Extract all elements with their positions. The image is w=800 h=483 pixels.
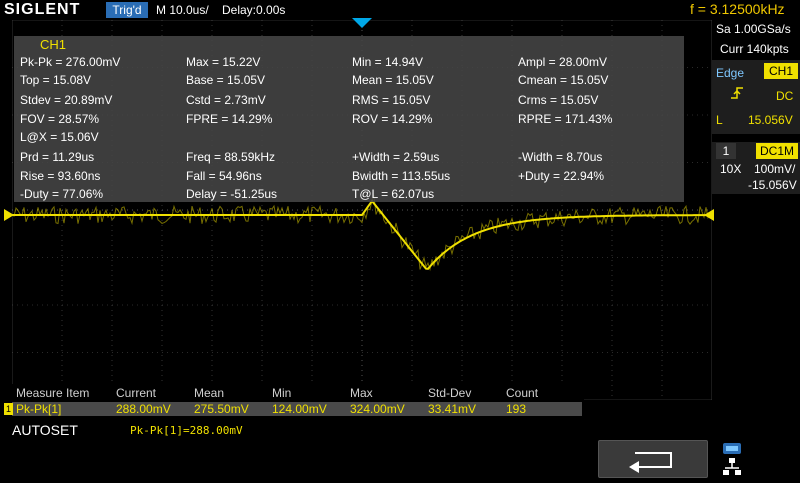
trigger-status-badge: Trig'd	[106, 2, 148, 18]
measurement-value: FOV = 28.57%	[20, 112, 100, 126]
statistics-header: Min	[272, 386, 292, 400]
measurement-value: Base = 15.05V	[186, 73, 266, 87]
delay-readout: Delay:0.00s	[222, 3, 286, 17]
measurement-value: Fall = 54.96ns	[186, 169, 262, 183]
trace-noise	[12, 194, 712, 272]
probe-attenuation: 10X	[720, 162, 742, 176]
statistics-header: Current	[116, 386, 157, 400]
channel-coupling-badge[interactable]: DC1M	[756, 143, 798, 159]
back-button[interactable]	[598, 440, 708, 478]
statistics-cell: 33.41mV	[428, 402, 477, 416]
statistics-cell: 275.50mV	[194, 402, 249, 416]
trigger-level-marker[interactable]	[704, 209, 714, 221]
measurement-value: +Duty = 22.94%	[518, 169, 605, 183]
channel-number-badge[interactable]: 1	[716, 143, 736, 159]
measurement-value: RPRE = 171.43%	[518, 112, 613, 126]
trigger-source-badge[interactable]: CH1	[764, 63, 798, 79]
measurement-value: Prd = 11.29us	[20, 150, 95, 164]
measurement-value: Pk-Pk = 276.00mV	[20, 55, 121, 69]
channel-1-level-marker[interactable]	[4, 209, 14, 221]
rising-edge-icon	[730, 86, 744, 103]
channel-1-trace	[12, 199, 712, 270]
trigger-level-label: L	[716, 113, 723, 127]
statistics-row-marker: 1	[4, 403, 13, 415]
return-arrow-icon	[629, 452, 672, 473]
trigger-coupling[interactable]: DC	[776, 89, 793, 103]
memory-depth-readout: Curr 140kpts	[720, 42, 789, 56]
measurement-value: Ampl = 28.00mV	[518, 55, 608, 69]
statistics-cell: Pk-Pk[1]	[16, 402, 62, 416]
measurement-value: Max = 15.22V	[186, 55, 261, 69]
status-message: Pk-Pk[1]=288.00mV	[130, 424, 243, 437]
vertical-scale[interactable]: 100mV/	[754, 162, 795, 176]
brand-logo: SIGLENT	[4, 1, 81, 18]
measurement-value: ROV = 14.29%	[352, 112, 433, 126]
statistics-cell: 288.00mV	[116, 402, 171, 416]
statistics-cell: 124.00mV	[272, 402, 327, 416]
vertical-offset[interactable]: -15.056V	[748, 178, 797, 192]
statistics-header: Max	[350, 386, 373, 400]
measurement-value: Bwidth = 113.55us	[352, 169, 451, 183]
sample-rate-readout: Sa 1.00GSa/s	[716, 22, 791, 36]
trigger-position-marker[interactable]	[352, 18, 372, 30]
measurement-value: -Duty = 77.06%	[20, 187, 104, 201]
measurement-value: T@L = 62.07us	[352, 187, 435, 201]
measurement-value: Delay = -51.25us	[186, 187, 278, 201]
trigger-type[interactable]: Edge	[716, 66, 744, 80]
trigger-level-value[interactable]: 15.056V	[748, 113, 793, 127]
autoset-label: AUTOSET	[12, 422, 78, 438]
measurement-value: Crms = 15.05V	[518, 93, 599, 107]
measurement-value: FPRE = 14.29%	[186, 112, 273, 126]
timebase-readout: M 10.0us/	[156, 3, 209, 17]
measurement-value: Min = 14.94V	[352, 55, 424, 69]
statistics-cell: 193	[506, 402, 527, 416]
measurement-value: Cstd = 2.73mV	[186, 93, 266, 107]
measurement-value: Freq = 88.59kHz	[186, 150, 276, 164]
measurement-value: Rise = 93.60ns	[20, 169, 101, 183]
statistics-header: Mean	[194, 386, 225, 400]
statistics-cell: 324.00mV	[350, 402, 405, 416]
measurement-value: Top = 15.08V	[20, 73, 92, 87]
measurement-value: Cmean = 15.05V	[518, 73, 609, 87]
measurement-value: RMS = 15.05V	[352, 93, 431, 107]
network-icon	[722, 442, 742, 478]
measurement-channel-label: CH1	[40, 37, 67, 52]
frequency-counter: f = 3.12500kHz	[690, 1, 785, 17]
statistics-header: Measure Item	[16, 386, 90, 400]
measurement-value: L@X = 15.06V	[20, 130, 99, 144]
measurement-value: -Width = 8.70us	[518, 150, 603, 164]
measurement-value: Stdev = 20.89mV	[20, 93, 113, 107]
statistics-header: Count	[506, 386, 539, 400]
measurement-value: +Width = 2.59us	[352, 150, 440, 164]
measurement-value: Mean = 15.05V	[352, 73, 434, 87]
statistics-header: Std-Dev	[428, 386, 472, 400]
